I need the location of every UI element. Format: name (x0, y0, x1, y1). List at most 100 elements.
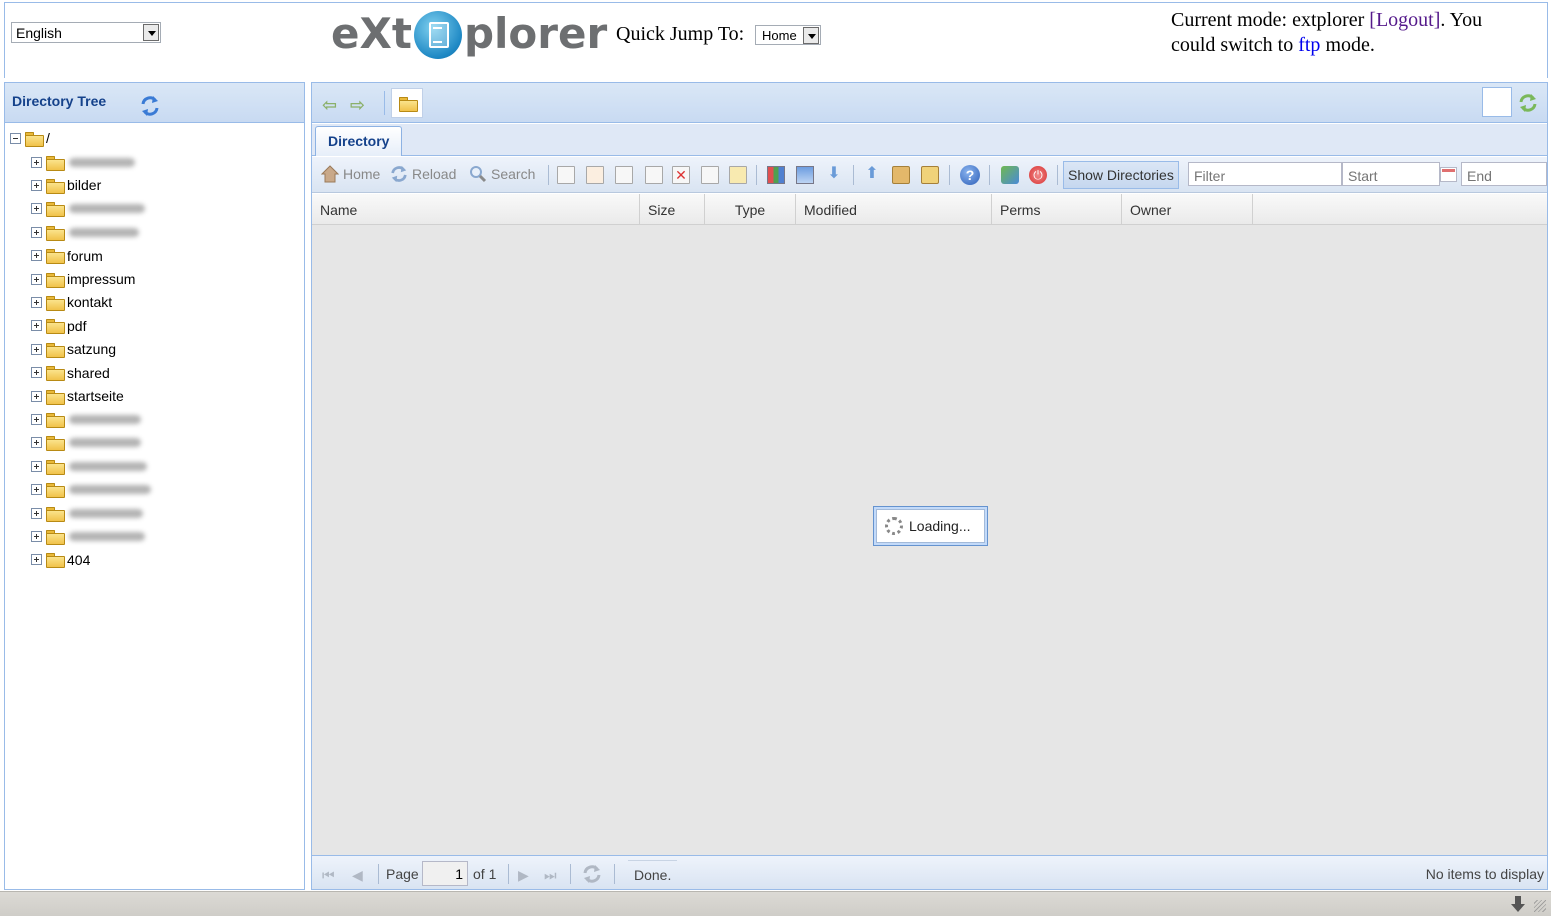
tree-node[interactable]: forum (31, 246, 103, 266)
show-directories-button[interactable]: Show Directories (1063, 161, 1179, 189)
expand-icon[interactable] (31, 250, 42, 262)
tree-node[interactable] (31, 222, 139, 242)
delete-icon[interactable]: ✕ (672, 166, 690, 184)
redacted-label (69, 438, 141, 448)
forward-arrow-icon[interactable]: ⇨ (350, 95, 365, 116)
tree-node[interactable] (31, 480, 151, 500)
column-header-owner[interactable]: Owner (1122, 194, 1253, 225)
previous-page-icon[interactable]: ◀ (352, 867, 363, 884)
expand-icon[interactable] (31, 554, 42, 566)
redacted-label (69, 485, 151, 495)
toolbar-separator (949, 165, 950, 185)
tree-node[interactable] (31, 526, 145, 546)
extract-icon[interactable] (921, 166, 939, 184)
loading-indicator: Loading... (873, 506, 988, 546)
tree-node[interactable] (31, 433, 141, 453)
collapse-icon[interactable] (10, 132, 21, 144)
folder-icon (46, 155, 65, 171)
expand-icon[interactable] (31, 530, 42, 542)
toolbar-separator (548, 165, 549, 185)
column-header-type[interactable]: Type (705, 194, 796, 225)
last-page-icon[interactable]: ⏭ (544, 867, 557, 884)
search-button[interactable]: Search (469, 165, 535, 183)
help-icon[interactable]: ? (960, 165, 980, 185)
rename-icon[interactable] (701, 166, 719, 184)
reload-icon (391, 165, 407, 183)
tree-node[interactable]: 404 (31, 550, 90, 570)
download-icon[interactable]: ⬇ (825, 166, 843, 184)
toolbar-separator (614, 864, 615, 884)
expand-icon[interactable] (31, 296, 42, 308)
folder-icon (46, 529, 65, 545)
chevron-down-icon (143, 24, 159, 41)
path-box[interactable] (1482, 87, 1512, 117)
first-page-icon[interactable]: ⏮ (322, 867, 335, 884)
expand-icon[interactable] (31, 273, 42, 285)
expand-icon[interactable] (31, 367, 42, 379)
tree-node[interactable]: bilder (31, 175, 101, 195)
tree-node[interactable] (31, 456, 147, 476)
expand-icon[interactable] (31, 156, 42, 168)
download-arrow-icon[interactable] (1510, 895, 1526, 913)
expand-icon[interactable] (31, 343, 42, 355)
home-button[interactable]: Home (321, 165, 380, 183)
expand-icon[interactable] (31, 437, 42, 449)
tree-node[interactable]: shared (31, 363, 110, 383)
file-toolbar: Home Reload Search ✕ ⬇ ⬆ ? ⏻ Show Direct… (312, 157, 1547, 193)
view-file-icon[interactable] (796, 166, 814, 184)
ftp-mode-link[interactable]: ftp (1298, 34, 1320, 56)
tree-node[interactable]: pdf (31, 316, 86, 336)
language-select[interactable]: English (11, 22, 161, 43)
end-date-input[interactable] (1461, 162, 1547, 186)
tab-directory[interactable]: Directory (315, 126, 403, 156)
edit-icon[interactable] (586, 166, 604, 184)
page-number-input[interactable]: 1 (422, 861, 468, 886)
expand-icon[interactable] (31, 390, 42, 402)
tree-node[interactable] (31, 199, 145, 219)
column-header-perms[interactable]: Perms (992, 194, 1122, 225)
chmod-icon[interactable] (729, 166, 747, 184)
logout-icon[interactable]: ⏻ (1029, 166, 1047, 184)
tree-node[interactable] (31, 409, 141, 429)
reload-button[interactable]: Reload (390, 165, 456, 183)
reload-icon[interactable] (1518, 93, 1538, 113)
resize-grip[interactable] (1534, 900, 1546, 912)
back-arrow-icon[interactable]: ⇦ (322, 95, 337, 116)
quick-jump-select[interactable]: Home (755, 25, 821, 45)
expand-icon[interactable] (31, 226, 42, 238)
column-header-name[interactable]: Name (312, 194, 640, 225)
expand-icon[interactable] (31, 484, 42, 496)
toolbar-separator (853, 165, 854, 185)
logout-link[interactable]: [Logout] (1369, 9, 1440, 31)
refresh-icon[interactable] (582, 864, 602, 884)
expand-icon[interactable] (31, 460, 42, 472)
tree-node[interactable]: satzung (31, 339, 116, 359)
upload-icon[interactable]: ⬆ (863, 166, 881, 184)
move-icon[interactable] (645, 166, 663, 184)
archive-icon[interactable] (892, 166, 910, 184)
refresh-icon[interactable] (140, 95, 160, 117)
tree-node[interactable]: startseite (31, 386, 124, 406)
column-header-modified[interactable]: Modified (796, 194, 992, 225)
expand-icon[interactable] (31, 179, 42, 191)
expand-icon[interactable] (31, 203, 42, 215)
expand-icon[interactable] (31, 413, 42, 425)
settings-icon[interactable] (1001, 166, 1019, 184)
expand-icon[interactable] (31, 320, 42, 332)
calendar-icon[interactable] (1440, 167, 1457, 182)
filter-input[interactable] (1188, 162, 1342, 186)
tree-node[interactable] (31, 503, 143, 523)
start-date-input[interactable] (1342, 162, 1440, 186)
new-file-icon[interactable] (557, 166, 575, 184)
copy-icon[interactable] (615, 166, 633, 184)
tree-node[interactable]: kontakt (31, 292, 112, 312)
view-icon[interactable] (767, 166, 785, 184)
tree-node[interactable] (31, 152, 135, 172)
tree-root-node[interactable]: / (10, 128, 50, 148)
column-header-size[interactable]: Size (640, 194, 705, 225)
status-text: Done. (628, 860, 678, 886)
current-folder-button[interactable] (391, 88, 423, 118)
next-page-icon[interactable]: ▶ (518, 867, 529, 884)
tree-node[interactable]: impressum (31, 269, 135, 289)
expand-icon[interactable] (31, 507, 42, 519)
